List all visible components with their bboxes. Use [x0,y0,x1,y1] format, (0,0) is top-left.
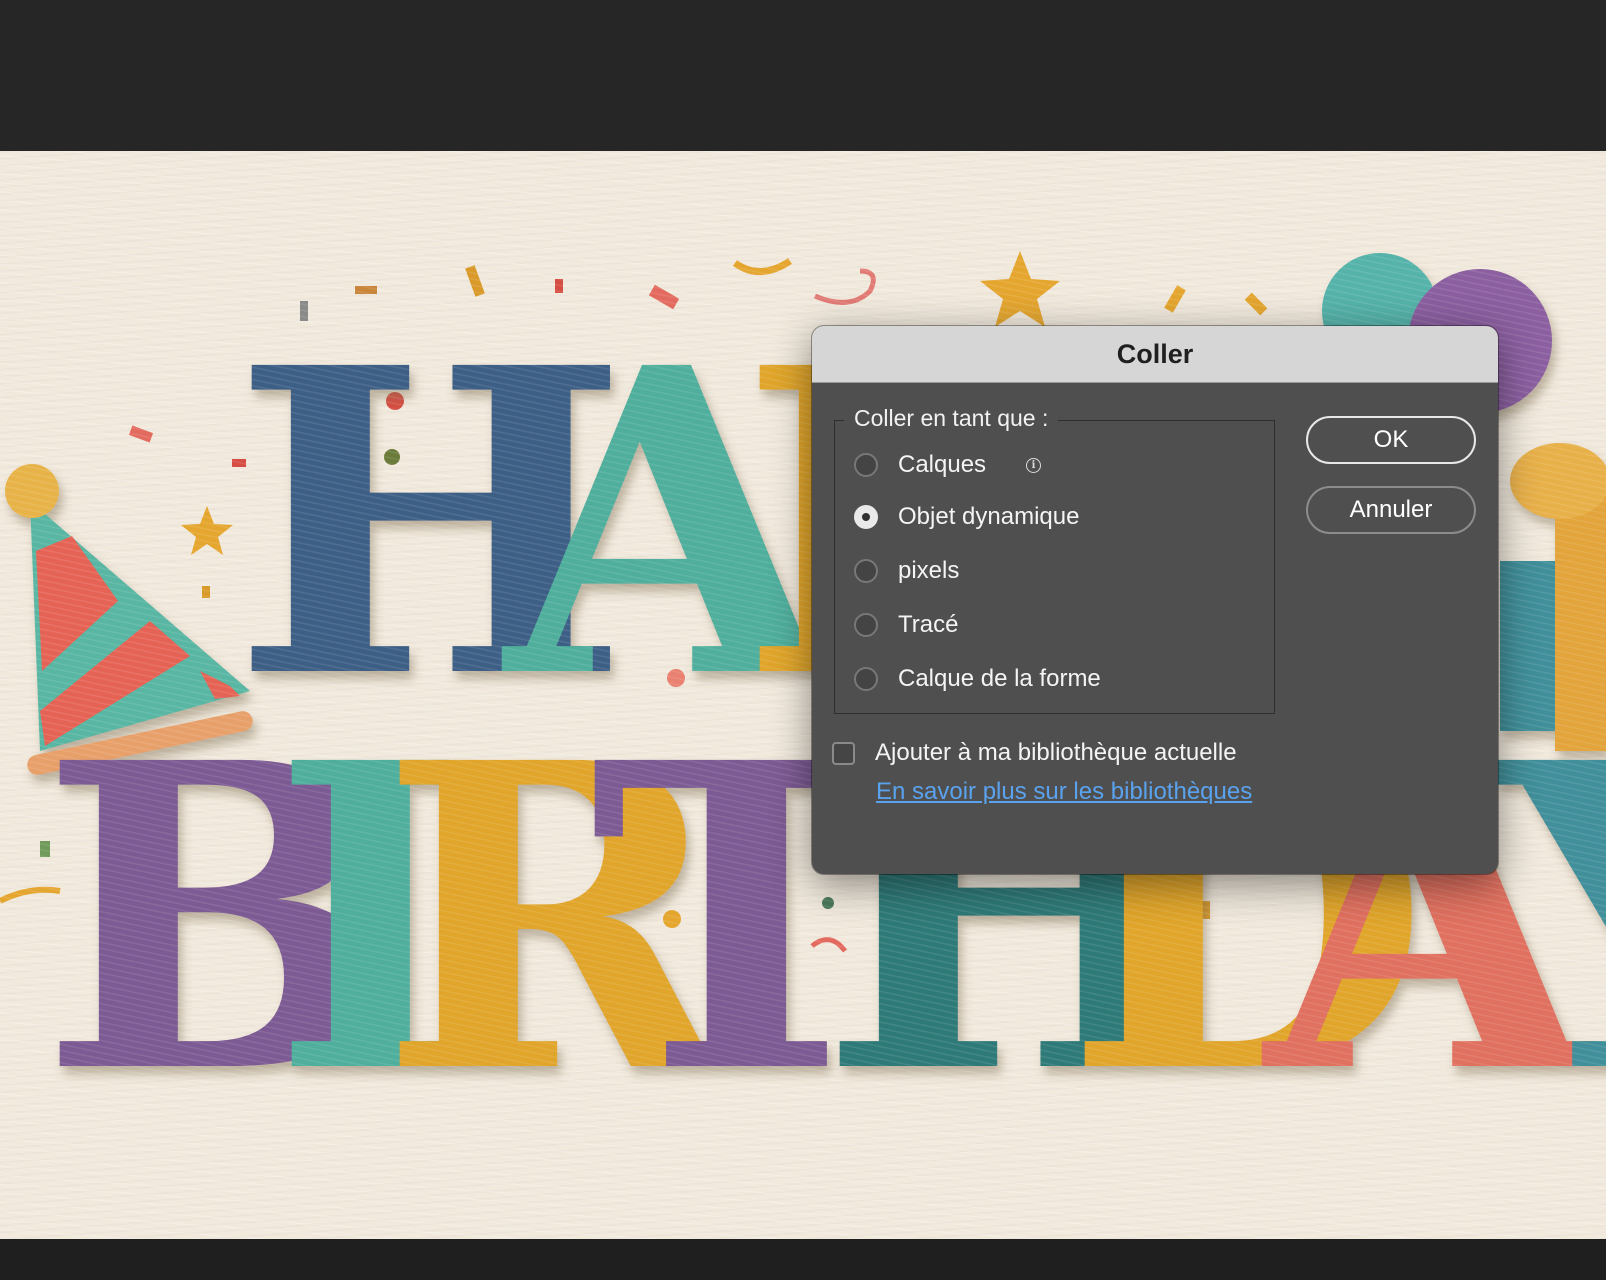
radio-label: Tracé [898,611,959,638]
radio-option-calque-forme[interactable]: Calque de la forme [854,662,1101,696]
paste-as-group-label: Coller en tant que : [844,402,1059,434]
add-to-library-checkbox-row[interactable]: Ajouter à ma bibliothèque actuelle [832,736,1237,770]
dialog-title: Coller [1116,338,1194,369]
app-bottom-bar [0,1239,1606,1280]
info-icon[interactable]: i [1026,457,1042,473]
radio-label: Objet dynamique [898,503,1080,530]
radio-label: pixels [898,557,960,584]
add-to-library-checkbox[interactable] [832,741,855,765]
cancel-button[interactable]: Annuler [1306,486,1476,534]
learn-more-libraries-link[interactable]: En savoir plus sur les bibliothèques [876,778,1252,806]
radio-option-objet-dynamique[interactable]: Objet dynamique [854,500,1079,534]
radio-button-selected[interactable] [854,505,878,529]
radio-option-calques[interactable]: Calques i [854,448,1042,482]
dialog-titlebar[interactable]: Coller [812,326,1498,383]
radio-label: Calque de la forme [898,665,1101,692]
radio-button[interactable] [854,613,878,637]
app-top-bar [0,0,1606,151]
paste-dialog: Coller Coller en tant que : Calques i Ob… [812,326,1498,874]
radio-button[interactable] [854,559,878,583]
radio-option-pixels[interactable]: pixels [854,554,959,588]
radio-button[interactable] [854,453,878,477]
radio-button[interactable] [854,667,878,691]
ok-button[interactable]: OK [1306,416,1476,464]
radio-option-trace[interactable]: Tracé [854,608,958,642]
radio-label: Calques [898,451,987,478]
add-to-library-label: Ajouter à ma bibliothèque actuelle [875,739,1237,766]
